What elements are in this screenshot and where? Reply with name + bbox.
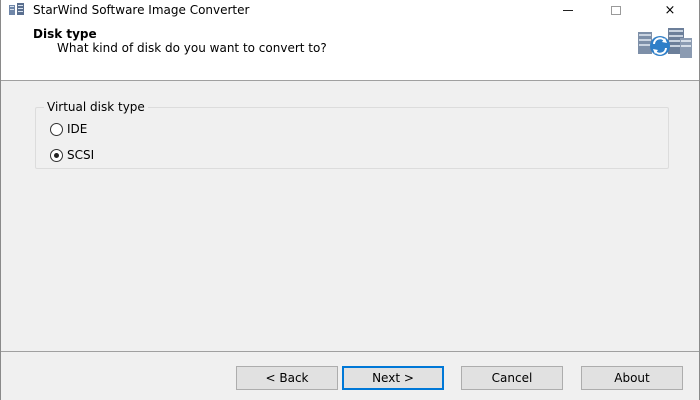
wizard-content: Virtual disk type IDE SCSI bbox=[1, 81, 699, 351]
wizard-footer: < Back Next > Cancel About bbox=[1, 352, 699, 400]
page-subtitle: What kind of disk do you want to convert… bbox=[57, 41, 327, 55]
radio-ide-label[interactable]: IDE bbox=[67, 122, 87, 136]
radio-dot bbox=[54, 152, 59, 158]
wizard-header: Disk type What kind of disk do you want … bbox=[1, 20, 699, 80]
radio-checked-icon[interactable] bbox=[50, 148, 63, 162]
radio-scsi[interactable]: SCSI bbox=[50, 148, 94, 162]
servers-icon bbox=[634, 24, 694, 64]
minimize-icon bbox=[563, 9, 573, 11]
minimize-button[interactable] bbox=[545, 0, 591, 20]
app-icon bbox=[9, 3, 25, 17]
radio-scsi-label[interactable]: SCSI bbox=[67, 148, 94, 162]
cancel-button[interactable]: Cancel bbox=[461, 366, 563, 390]
maximize-button[interactable] bbox=[593, 0, 639, 20]
next-button[interactable]: Next > bbox=[342, 366, 444, 390]
virtual-disk-type-group: Virtual disk type IDE SCSI bbox=[35, 100, 669, 169]
window-title: StarWind Software Image Converter bbox=[33, 3, 250, 17]
group-label: Virtual disk type bbox=[44, 100, 148, 114]
close-button[interactable]: × bbox=[647, 0, 693, 20]
page-title: Disk type bbox=[33, 27, 97, 41]
title-bar[interactable]: StarWind Software Image Converter × bbox=[1, 0, 699, 20]
back-button[interactable]: < Back bbox=[236, 366, 338, 390]
about-button[interactable]: About bbox=[581, 366, 683, 390]
maximize-icon bbox=[611, 5, 621, 15]
radio-unchecked-icon[interactable] bbox=[50, 122, 63, 136]
close-icon: × bbox=[664, 2, 676, 18]
app-window: StarWind Software Image Converter × Disk… bbox=[0, 0, 700, 400]
radio-ide[interactable]: IDE bbox=[50, 122, 87, 136]
